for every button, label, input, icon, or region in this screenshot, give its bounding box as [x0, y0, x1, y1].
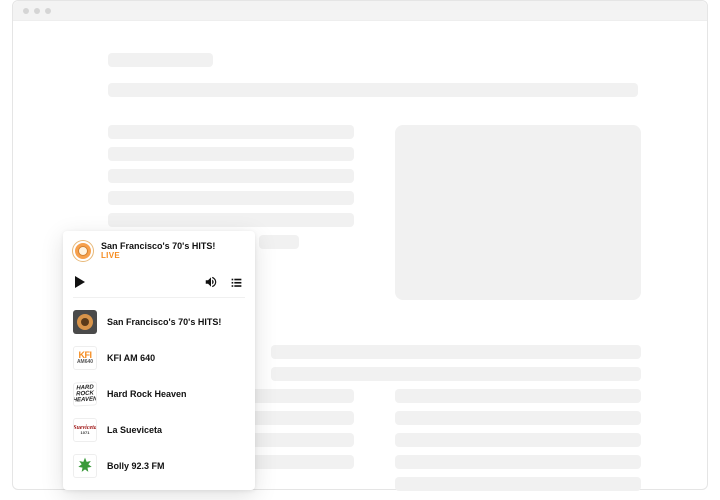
page-canvas: San Francisco's 70's HITS! LIVE	[13, 21, 707, 489]
station-art	[73, 310, 97, 334]
live-badge: LIVE	[101, 252, 215, 261]
placeholder	[108, 213, 354, 227]
now-playing-art	[73, 241, 93, 261]
station-item[interactable]: KFIAM640 KFI AM 640	[73, 340, 245, 376]
placeholder	[395, 411, 641, 425]
placeholder	[395, 433, 641, 447]
volume-icon[interactable]	[204, 275, 218, 289]
placeholder-rect	[395, 125, 641, 300]
player-controls	[73, 271, 245, 298]
placeholder	[395, 389, 641, 403]
station-item[interactable]: Bolly 92.3 FM	[73, 448, 245, 484]
station-art: KFIAM640	[73, 346, 97, 370]
window-dot	[23, 8, 29, 14]
station-name: Hard Rock Heaven	[107, 389, 187, 399]
placeholder	[108, 191, 354, 205]
placeholder	[271, 367, 641, 381]
placeholder	[271, 345, 641, 359]
placeholder	[108, 53, 213, 67]
station-name: La Sueviceta	[107, 425, 162, 435]
window-dot	[45, 8, 51, 14]
station-name: San Francisco's 70's HITS!	[107, 317, 221, 327]
station-item[interactable]: San Francisco's 70's HITS!	[73, 304, 245, 340]
window-dot	[34, 8, 40, 14]
placeholder	[108, 125, 354, 139]
placeholder	[395, 455, 641, 469]
station-name: Bolly 92.3 FM	[107, 461, 165, 471]
playlist-icon[interactable]	[230, 276, 243, 289]
placeholder	[108, 83, 638, 97]
radio-player: San Francisco's 70's HITS! LIVE	[63, 231, 255, 490]
station-name: KFI AM 640	[107, 353, 155, 363]
placeholder	[259, 235, 299, 249]
window-titlebar	[13, 1, 707, 21]
station-art: HARDROCKHEAVEN	[73, 381, 97, 406]
browser-window: San Francisco's 70's HITS! LIVE	[12, 0, 708, 490]
station-art	[73, 454, 97, 478]
station-item[interactable]: Sueviceta1071 La Sueviceta	[73, 412, 245, 448]
play-icon[interactable]	[75, 276, 85, 288]
placeholder	[108, 147, 354, 161]
station-art: Sueviceta1071	[73, 418, 97, 442]
station-list: San Francisco's 70's HITS! KFIAM640 KFI …	[73, 298, 245, 484]
station-item[interactable]: HARDROCKHEAVEN Hard Rock Heaven	[73, 376, 245, 412]
placeholder	[108, 169, 354, 183]
now-playing: San Francisco's 70's HITS! LIVE	[73, 241, 245, 261]
now-playing-text: San Francisco's 70's HITS! LIVE	[101, 242, 215, 261]
placeholder	[395, 477, 641, 491]
